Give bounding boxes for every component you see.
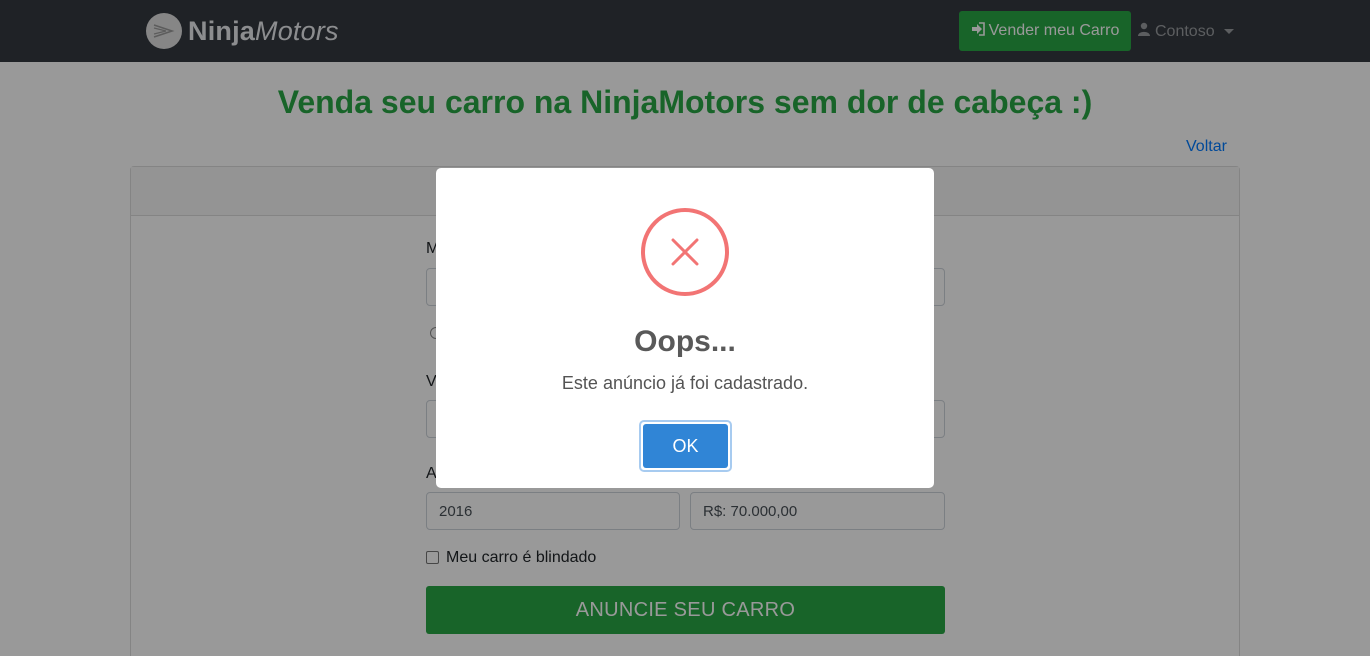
error-dialog: Oops... Este anúncio já foi cadastrado. … — [436, 168, 934, 488]
dialog-title: Oops... — [634, 325, 736, 358]
error-x-icon — [641, 208, 729, 296]
ok-button-focus-ring: OK — [639, 420, 732, 472]
ok-button[interactable]: OK — [643, 424, 728, 468]
dialog-message: Este anúncio já foi cadastrado. — [561, 373, 809, 393]
